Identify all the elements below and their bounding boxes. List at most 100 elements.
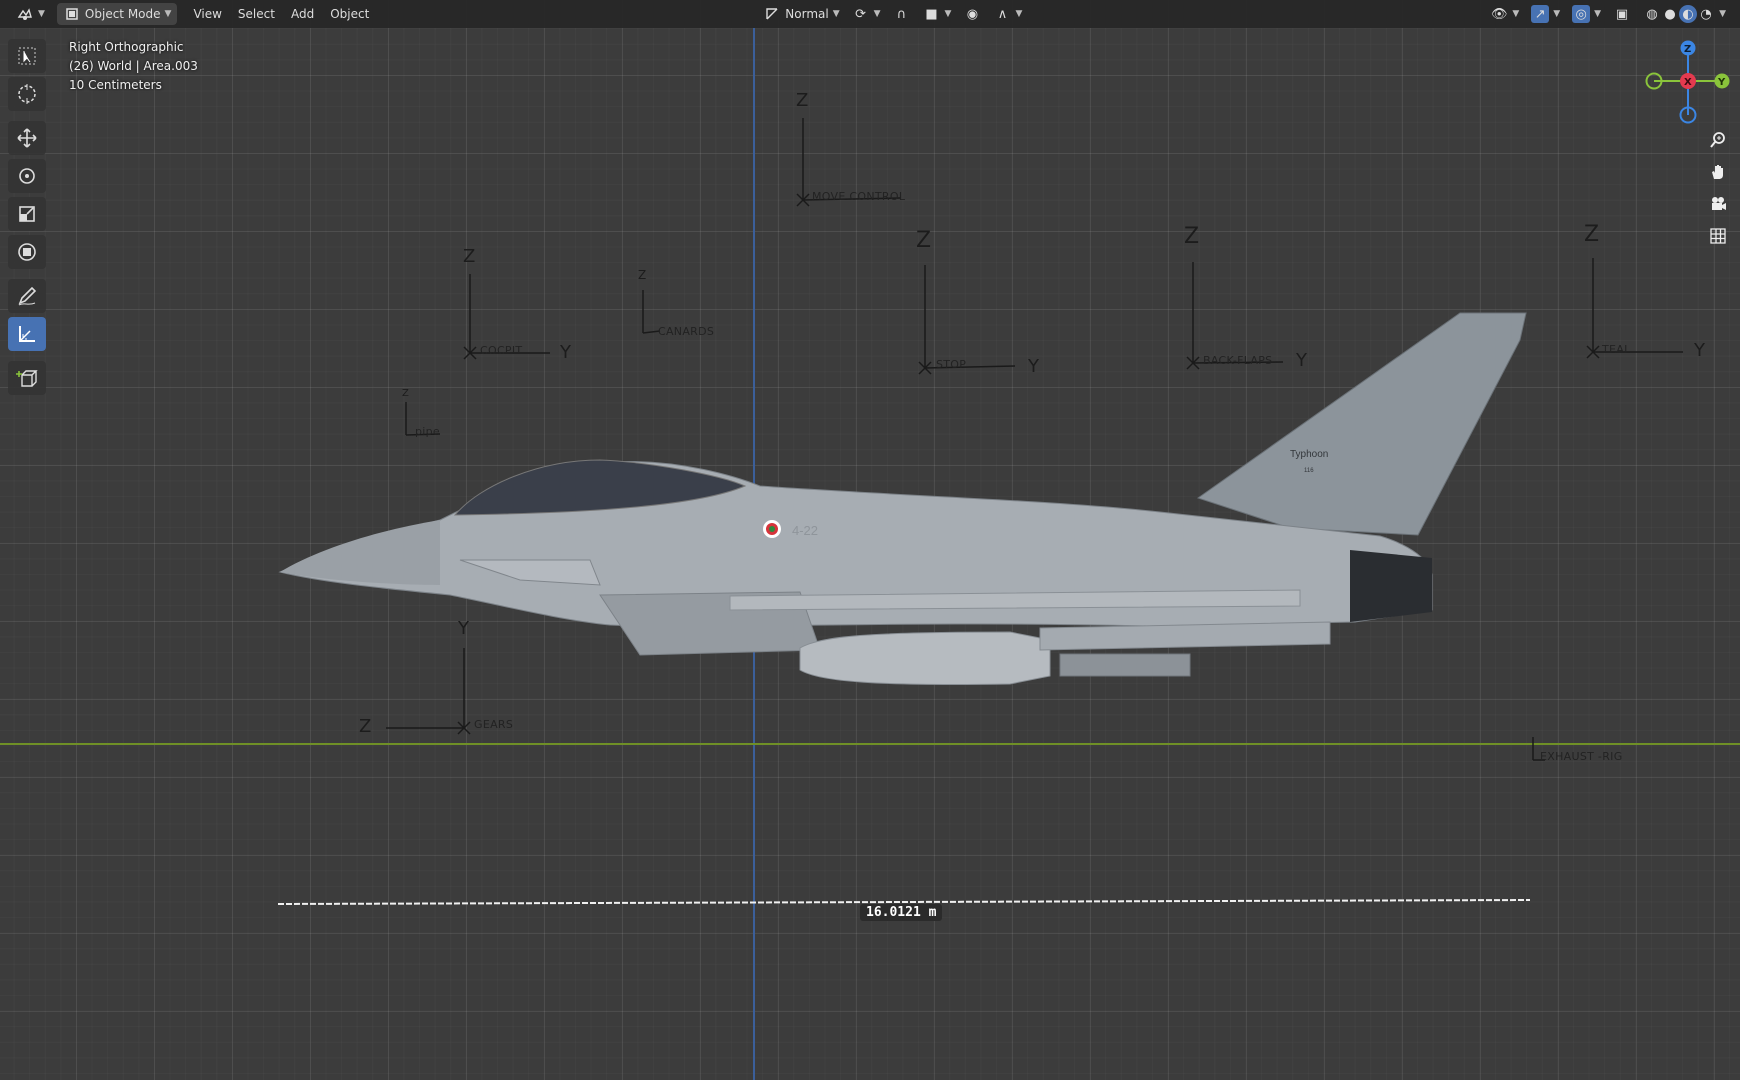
xray-icon: ▣ <box>1615 6 1629 22</box>
snap-target-dropdown[interactable]: ■ ▼ <box>917 3 958 25</box>
chevron-down-icon: ▼ <box>1015 9 1023 19</box>
proportional-edit-toggle[interactable]: ◉ <box>957 3 987 25</box>
gears-y: Y <box>458 618 469 639</box>
chevron-down-icon: ▼ <box>38 9 45 19</box>
empty-teal[interactable]: TEAL <box>1602 343 1631 356</box>
canards-z: Z <box>638 268 647 282</box>
teal-y: Y <box>1694 340 1705 361</box>
toggle-ortho-button[interactable] <box>1705 223 1731 249</box>
menu-view[interactable]: View <box>185 7 229 21</box>
scale-icon <box>19 206 35 222</box>
tail-text: Typhoon <box>1290 449 1328 460</box>
cockpit-y: Y <box>560 342 571 363</box>
pipe-z: Z <box>402 388 409 399</box>
grid-icon <box>1710 228 1726 244</box>
visibility-dropdown[interactable]: 👁 ▼ <box>1484 3 1525 25</box>
rotate-tool[interactable] <box>8 159 46 193</box>
empty-stop[interactable]: STOP <box>936 358 966 371</box>
proportional-edit-icon: ◉ <box>966 6 979 22</box>
chevron-down-icon: ▼ <box>1719 9 1726 19</box>
empty-pipe[interactable]: pipe <box>415 425 440 438</box>
empty-gears[interactable]: GEARS <box>474 718 513 731</box>
measurement-label[interactable]: 16.0121 m <box>860 904 943 921</box>
rendered-shading-icon[interactable]: ◔ <box>1697 5 1715 23</box>
pencil-icon <box>18 286 37 306</box>
wireframe-shading-icon[interactable]: ◍ <box>1643 5 1661 23</box>
ruler-icon <box>19 326 35 342</box>
editor-type-button[interactable]: ▼ <box>10 3 51 25</box>
menu-select[interactable]: Select <box>230 7 283 21</box>
annotate-tool[interactable] <box>8 279 46 313</box>
back-flaps-y: Y <box>1296 350 1307 371</box>
falloff-curve-icon: ∧ <box>997 6 1008 22</box>
camera-icon <box>1712 197 1726 210</box>
pivot-icon: ⟳ <box>855 6 867 22</box>
eye-icon: 👁 <box>1491 6 1508 22</box>
tool-shelf <box>8 36 50 399</box>
move-arrows-icon <box>17 128 37 148</box>
gizmo-y-label: Y <box>1717 77 1726 88</box>
pan-button[interactable] <box>1705 159 1731 185</box>
teal-z: Z <box>1584 222 1600 247</box>
move-control-z: Z <box>796 90 809 111</box>
chevron-down-icon: ▼ <box>1553 9 1561 19</box>
empty-cockpit[interactable]: COCPIT <box>480 344 522 357</box>
scale-tool[interactable] <box>8 197 46 231</box>
move-tool[interactable] <box>8 121 46 155</box>
add-cube-tool[interactable] <box>8 361 46 395</box>
gizmo-toggle[interactable]: ↗ ▼ <box>1525 3 1566 25</box>
empty-back-flaps[interactable]: BACK-FLAPS <box>1203 354 1272 367</box>
measure-tool[interactable] <box>8 317 46 351</box>
editor-type-icon <box>16 5 34 23</box>
transform-orientation-dropdown[interactable]: Normal ▼ <box>757 3 845 25</box>
cockpit-z: Z <box>463 246 476 267</box>
view-name: Right Orthographic <box>69 40 184 54</box>
orientation-icon <box>763 5 781 23</box>
gears-z: Z <box>359 716 372 737</box>
chevron-down-icon: ▼ <box>873 9 881 19</box>
viewport-header: ▼ Object Mode ▼ View Select Add Object N… <box>0 0 1740 28</box>
back-flaps-z: Z <box>1184 224 1200 249</box>
select-box-tool[interactable] <box>8 39 46 73</box>
shading-modes[interactable]: ◍ ● ◐ ◔ ▼ <box>1637 3 1732 25</box>
cursor-tool[interactable] <box>8 77 46 111</box>
gizmo-x-label: X <box>1684 77 1692 88</box>
chevron-down-icon: ▼ <box>832 9 840 19</box>
stop-y: Y <box>1028 356 1039 377</box>
menu-add[interactable]: Add <box>283 7 322 21</box>
empty-canards[interactable]: CANARDS <box>658 325 714 338</box>
mode-selector[interactable]: Object Mode ▼ <box>56 3 178 25</box>
grid-scale: 10 Centimeters <box>69 78 162 92</box>
snap-toggle[interactable]: ∩ <box>887 3 917 25</box>
crosshair-cursor-icon <box>18 84 36 104</box>
chevron-down-icon: ▼ <box>1512 9 1520 19</box>
select-cursor-icon <box>18 47 36 65</box>
pivot-point-dropdown[interactable]: ⟳ ▼ <box>846 3 887 25</box>
magnet-icon: ∩ <box>896 6 907 22</box>
orientation-label: Normal <box>785 7 829 21</box>
magnifier-icon <box>1710 132 1725 148</box>
collection-info: (26) World | Area.003 <box>69 59 198 73</box>
object-mode-icon <box>63 5 81 23</box>
zoom-button[interactable] <box>1705 127 1731 153</box>
transform-tool[interactable] <box>8 235 46 269</box>
xray-toggle[interactable]: ▣ <box>1607 3 1637 25</box>
solid-shading-icon[interactable]: ● <box>1661 5 1679 23</box>
stop-z: Z <box>916 228 932 253</box>
menu-object[interactable]: Object <box>322 7 377 21</box>
overlays-toggle[interactable]: ◎ ▼ <box>1566 3 1607 25</box>
transform-icon <box>18 243 36 261</box>
material-shading-icon[interactable]: ◐ <box>1679 5 1698 23</box>
rotate-icon <box>19 168 35 184</box>
snap-square-icon: ■ <box>925 6 938 22</box>
side-code: 4-22 <box>792 523 818 538</box>
viewport-info: Right Orthographic (26) World | Area.003… <box>69 38 198 95</box>
empty-exhaust-rig[interactable]: EXHAUST -RIG <box>1540 750 1623 763</box>
camera-view-button[interactable] <box>1705 191 1731 217</box>
chevron-down-icon: ▼ <box>944 9 952 19</box>
empty-move-control[interactable]: MOVE CONTROL <box>812 190 905 203</box>
tail-number: 116 <box>1304 468 1314 474</box>
chevron-down-icon: ▼ <box>1594 9 1602 19</box>
gizmo-z-label: Z <box>1684 44 1691 55</box>
falloff-dropdown[interactable]: ∧ ▼ <box>987 3 1028 25</box>
